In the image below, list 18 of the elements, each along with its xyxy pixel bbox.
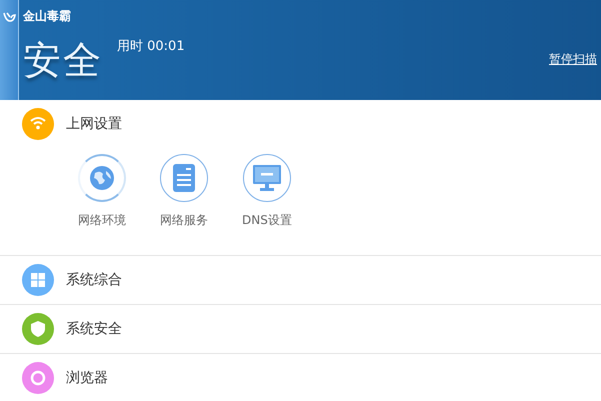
status-text: 安全 xyxy=(23,37,103,84)
category-title[interactable]: 系统安全 xyxy=(66,320,122,338)
globe-icon xyxy=(89,165,115,191)
icon-ring[interactable] xyxy=(242,154,291,202)
monitor-icon xyxy=(252,165,281,191)
icon-ring[interactable] xyxy=(78,154,126,202)
app-name: 金山毒霸 xyxy=(23,8,71,25)
icon-ring[interactable] xyxy=(160,154,208,202)
category-title[interactable]: 系统综合 xyxy=(66,271,122,289)
document-icon xyxy=(173,164,195,192)
category-title[interactable]: 浏览器 xyxy=(66,369,108,387)
category-title[interactable]: 上网设置 xyxy=(66,115,122,133)
item-label: DNS设置 xyxy=(242,212,292,229)
pause-scan-link[interactable]: 暂停扫描 xyxy=(549,51,597,68)
logo-icon xyxy=(3,10,17,24)
item-label: 网络环境 xyxy=(78,212,126,229)
item-label: 网络服务 xyxy=(160,212,208,229)
elapsed-time: 用时 00:01 xyxy=(117,38,185,55)
